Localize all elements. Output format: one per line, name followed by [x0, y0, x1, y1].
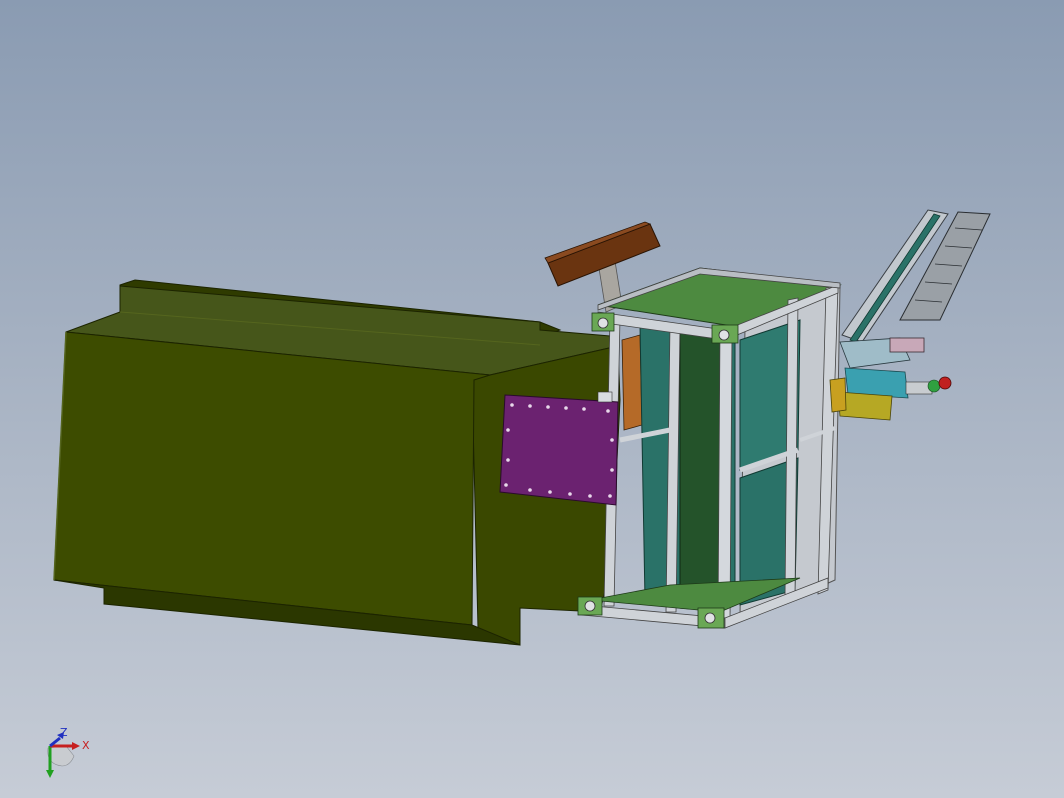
graphics-viewport[interactable]: X Z [0, 0, 1064, 798]
triad-shadow [47, 745, 75, 767]
purple-mounting-plate[interactable] [499, 391, 619, 506]
z-axis-label: Z [60, 726, 68, 739]
axis-triad: X Z [46, 726, 90, 778]
linear-actuator-arm[interactable] [839, 209, 991, 399]
red-indicator-lamp[interactable] [905, 376, 952, 395]
cad-model-scene[interactable] [0, 0, 1064, 798]
y-axis-arrow-icon [46, 770, 54, 778]
x-axis-arrow-icon [72, 742, 80, 750]
x-axis-label: X [82, 739, 90, 752]
